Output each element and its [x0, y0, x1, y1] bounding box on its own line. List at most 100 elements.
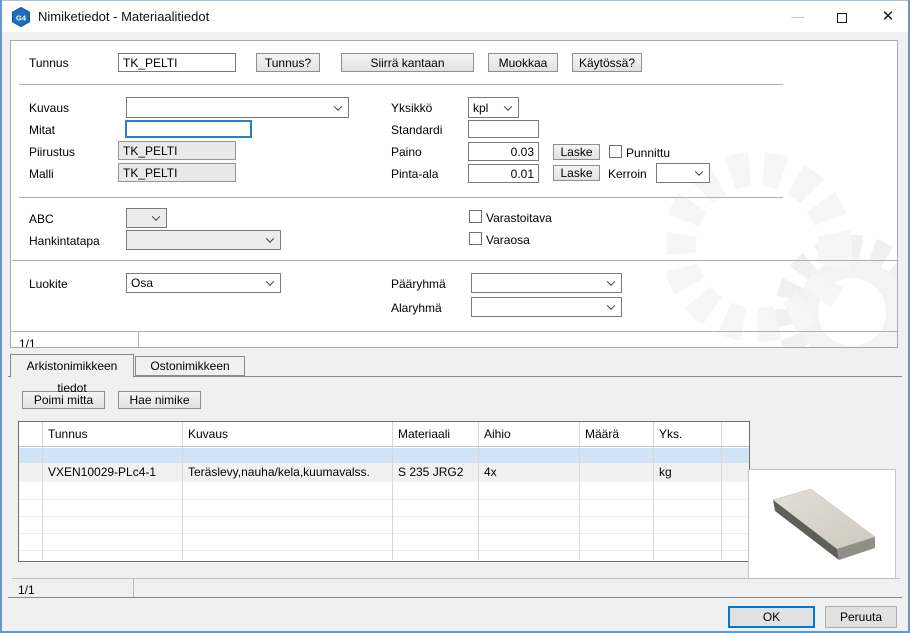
varaosa-label: Varaosa: [486, 233, 530, 247]
kerroin-combobox[interactable]: [656, 163, 710, 183]
piirustus-field: [118, 141, 236, 160]
part-preview-panel: [748, 469, 896, 579]
divider: [133, 578, 134, 597]
grid-line: [478, 422, 479, 560]
archive-tab-panel: Poimi mitta Hae nimike Tunnus Kuvaus Mat…: [8, 376, 902, 597]
ok-button[interactable]: OK: [728, 606, 815, 628]
column-header-aihio[interactable]: Aihio: [484, 427, 511, 441]
divider: [12, 578, 900, 579]
cell-aihio: 4x: [484, 463, 497, 482]
abc-label: ABC: [29, 212, 54, 226]
cell-yks: kg: [659, 463, 672, 482]
laske-paino-button[interactable]: Laske: [553, 144, 600, 160]
table-row[interactable]: VXEN10029-PLc4-1 Teräslevy,nauha/kela,ku…: [19, 463, 749, 482]
laske-pinta-ala-button[interactable]: Laske: [553, 165, 600, 181]
pinta-ala-label: Pinta-ala: [391, 167, 438, 181]
window-border-left: [0, 0, 2, 633]
tunnus-label: Tunnus: [29, 56, 69, 70]
chevron-down-icon: [607, 277, 615, 285]
paino-label: Paino: [391, 145, 422, 159]
divider: [11, 331, 898, 332]
gear-watermark-icon: [667, 97, 897, 347]
kaytossa-button[interactable]: Käytössä?: [572, 53, 642, 72]
yksikko-value: kpl: [473, 101, 488, 115]
grid-line: [19, 499, 749, 500]
grid-line: [721, 422, 722, 560]
luokite-combobox[interactable]: Osa: [126, 273, 281, 293]
grid-line: [19, 533, 749, 534]
tunnus-input[interactable]: [118, 53, 236, 72]
maximize-icon[interactable]: [820, 1, 864, 32]
piirustus-label: Piirustus: [29, 145, 75, 159]
abc-combobox[interactable]: [126, 208, 167, 228]
column-header-maara[interactable]: Määrä: [585, 427, 619, 441]
siirra-kantaan-button[interactable]: Siirrä kantaan: [341, 53, 474, 72]
kerroin-label: Kerroin: [608, 167, 647, 181]
grid-line: [579, 422, 580, 560]
mitat-input[interactable]: [125, 120, 252, 138]
chevron-down-icon: [504, 102, 512, 110]
close-icon[interactable]: ✕: [866, 1, 910, 32]
column-header-materiaali[interactable]: Materiaali: [398, 427, 450, 441]
cancel-button[interactable]: Peruuta: [825, 606, 897, 628]
divider: [12, 260, 898, 261]
form-record-counter: 1/1: [19, 337, 36, 348]
table-record-counter: 1/1: [18, 583, 35, 597]
table-selected-row[interactable]: [19, 448, 749, 463]
cell-kuvaus: Teräslevy,nauha/kela,kuumavalss.: [188, 463, 370, 482]
chevron-down-icon: [695, 167, 703, 175]
kuvaus-label: Kuvaus: [29, 101, 69, 115]
dialog-window: G4 Nimiketiedot - Materiaalitiedot — ✕ T…: [0, 0, 910, 633]
alaryhma-combobox[interactable]: [471, 297, 622, 317]
luokite-label: Luokite: [29, 277, 68, 291]
punnittu-checkbox[interactable]: [609, 145, 622, 158]
pinta-ala-input[interactable]: [468, 164, 539, 183]
divider: [19, 84, 783, 85]
varaosa-checkbox[interactable]: [469, 232, 482, 245]
yksikko-combobox[interactable]: kpl: [468, 97, 519, 118]
cell-materiaali: S 235 JRG2: [398, 463, 463, 482]
paaryhma-combobox[interactable]: [471, 273, 622, 293]
yksikko-label: Yksikkö: [391, 101, 432, 115]
muokkaa-button[interactable]: Muokkaa: [488, 53, 558, 72]
svg-text:G4: G4: [16, 14, 27, 23]
table-header-row: [19, 422, 749, 447]
chevron-down-icon: [607, 301, 615, 309]
tab-ostonimikkeen-tiedot[interactable]: Ostonimikkeen tiedot: [135, 356, 245, 376]
paaryhma-label: Pääryhmä: [391, 277, 446, 291]
grid-line: [182, 422, 183, 560]
chevron-down-icon: [266, 234, 274, 242]
panel-bottom-border: [8, 597, 902, 598]
tunnus-question-button[interactable]: Tunnus?: [256, 53, 320, 72]
column-header-tunnus[interactable]: Tunnus: [48, 427, 88, 441]
hae-nimike-button[interactable]: Hae nimike: [118, 391, 201, 409]
column-header-kuvaus[interactable]: Kuvaus: [188, 427, 228, 441]
chevron-down-icon: [152, 212, 160, 220]
grid-line: [42, 422, 43, 560]
grid-line: [19, 516, 749, 517]
paino-input[interactable]: [468, 142, 539, 161]
varastoitava-label: Varastoitava: [486, 211, 552, 225]
divider: [138, 331, 139, 348]
standardi-input[interactable]: [468, 120, 539, 138]
material-table: Tunnus Kuvaus Materiaali Aihio Määrä Yks…: [18, 421, 750, 562]
kuvaus-combobox[interactable]: [126, 97, 349, 118]
mitat-label: Mitat: [29, 123, 55, 137]
metal-bar-3d-icon: [749, 470, 895, 578]
column-header-yks[interactable]: Yks.: [659, 427, 682, 441]
hankintatapa-combobox[interactable]: [126, 230, 281, 250]
item-data-panel: Tunnus Tunnus? Siirrä kantaan Muokkaa Kä…: [10, 40, 898, 348]
hankintatapa-label: Hankintatapa: [29, 234, 100, 248]
alaryhma-label: Alaryhmä: [391, 301, 442, 315]
chevron-down-icon: [334, 102, 342, 110]
minimize-icon[interactable]: —: [776, 1, 820, 32]
punnittu-label: Punnittu: [626, 146, 670, 160]
grid-line: [392, 422, 393, 560]
grid-line: [653, 422, 654, 560]
cell-tunnus: VXEN10029-PLc4-1: [48, 463, 156, 482]
divider: [19, 197, 783, 198]
chevron-down-icon: [266, 277, 274, 285]
standardi-label: Standardi: [391, 123, 442, 137]
tab-arkistonimikkeen-tiedot[interactable]: Arkistonimikkeen tiedot: [10, 354, 134, 377]
varastoitava-checkbox[interactable]: [469, 210, 482, 223]
